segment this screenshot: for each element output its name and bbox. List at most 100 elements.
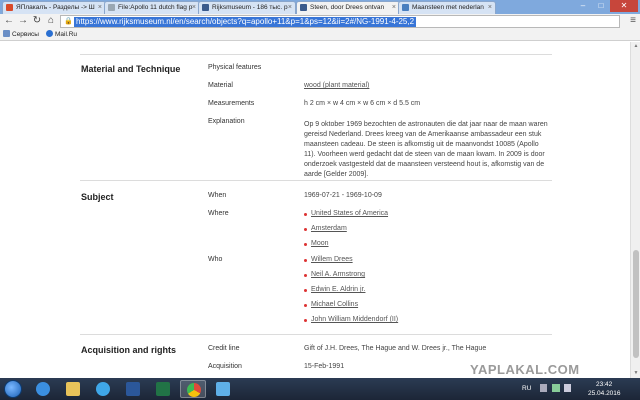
page-content: Material and Technique Physical features… — [0, 42, 630, 378]
url-text[interactable]: https://www.rijksmuseum.nl/en/search/obj… — [74, 17, 417, 27]
where-link[interactable]: United States of America — [311, 210, 388, 217]
taskbar-chrome-button[interactable] — [180, 380, 206, 398]
maximize-button[interactable]: □ — [592, 0, 610, 12]
bookmarks-bar: Сервисы Mail.Ru — [0, 29, 640, 41]
who-label: Who — [208, 256, 223, 263]
credit-line-value: Gift of J.H. Drees, The Hague and W. Dre… — [304, 345, 487, 352]
tab-wikimedia[interactable]: File:Apollo 11 dutch flag p × — [104, 1, 200, 14]
physical-features-label: Physical features — [208, 64, 262, 71]
when-label: When — [208, 192, 227, 199]
divider — [80, 54, 552, 55]
tab-label: Maansteen met nederlan — [412, 4, 484, 11]
bookmark-services[interactable]: Сервисы — [3, 29, 39, 41]
acquisition-label: Acquisition — [208, 363, 242, 370]
yaplakal-watermark: YAPLAKAL.COM — [470, 362, 580, 377]
close-icon[interactable]: × — [288, 2, 292, 13]
explanation-text: Op 9 oktober 1969 bezochten de astronaut… — [304, 121, 548, 178]
apps-grid-icon — [3, 30, 10, 37]
tab-steen-active[interactable]: Steen, door Drees ontvan × — [296, 1, 400, 15]
page-scrollbar[interactable]: ▲ ▼ — [630, 42, 640, 378]
tray-flag-icon[interactable] — [540, 384, 547, 392]
who-link[interactable]: Neil A. Armstrong — [311, 271, 365, 278]
where-link[interactable]: Moon — [311, 240, 329, 247]
credit-line-label: Credit line — [208, 345, 240, 352]
who-link[interactable]: Willem Drees — [311, 256, 353, 263]
taskbar-ie-button[interactable] — [30, 380, 56, 398]
excel-icon — [156, 382, 170, 396]
back-button[interactable]: ← — [3, 15, 15, 27]
material-label: Material — [208, 82, 233, 89]
section-title-material: Material and Technique — [81, 64, 181, 74]
close-window-button[interactable]: ✕ — [610, 0, 638, 12]
close-icon[interactable]: × — [192, 2, 196, 13]
rijksmuseum-favicon-icon — [202, 4, 209, 11]
tray-network-icon[interactable] — [552, 384, 560, 392]
forward-button[interactable]: → — [17, 15, 29, 27]
paint-icon — [216, 382, 230, 396]
tab-yaplakal[interactable]: ЯПлакалъ - Разделы -> Ш × — [2, 1, 106, 14]
language-indicator[interactable]: RU — [522, 385, 531, 393]
address-bar[interactable]: 🔒 https://www.rijksmuseum.nl/en/search/o… — [60, 15, 620, 28]
taskbar-media-button[interactable] — [90, 380, 116, 398]
tray-volume-icon[interactable] — [564, 384, 571, 392]
tab-label: Rijksmuseum - 186 тыс. р — [212, 4, 288, 11]
start-button[interactable] — [4, 380, 22, 398]
material-value-link[interactable]: wood (plant material) — [304, 82, 369, 89]
who-link[interactable]: Edwin E. Aldrin jr. — [311, 286, 365, 293]
measurements-value: h 2 cm × w 4 cm × w 6 cm × d 5.5 cm — [304, 100, 421, 107]
bookmark-mailru[interactable]: Mail.Ru — [46, 29, 77, 41]
reload-button[interactable]: ↻ — [31, 15, 43, 27]
folder-icon — [66, 382, 80, 396]
bullet-icon — [304, 304, 307, 307]
bullet-icon — [304, 259, 307, 262]
word-icon — [126, 382, 140, 396]
when-value: 1969-07-21 - 1969-10-09 — [304, 192, 382, 199]
close-icon[interactable]: × — [98, 2, 102, 13]
chrome-icon — [187, 383, 201, 397]
bullet-icon — [304, 274, 307, 277]
scroll-down-arrow-icon[interactable]: ▼ — [633, 370, 639, 376]
windows-taskbar: RU 23:42 25.04.2016 — [0, 378, 640, 400]
close-icon[interactable]: × — [392, 2, 396, 13]
measurements-label: Measurements — [208, 100, 255, 107]
explanation-label: Explanation — [208, 118, 245, 125]
home-button[interactable]: ⌂ — [45, 15, 57, 27]
who-link[interactable]: John William Middendorf (II) — [311, 316, 398, 323]
tab-rijksmuseum-search[interactable]: Rijksmuseum - 186 тыс. р × — [198, 1, 296, 14]
tab-strip: ЯПлакалъ - Разделы -> Ш × File:Apollo 11… — [0, 0, 640, 15]
bullet-icon — [304, 319, 307, 322]
taskbar-explorer-button[interactable] — [60, 380, 86, 398]
close-icon[interactable]: × — [488, 2, 492, 13]
section-title-acquisition: Acquisition and rights — [81, 345, 177, 355]
bookmark-label: Сервисы — [12, 31, 39, 38]
scrollbar-thumb[interactable] — [633, 250, 639, 358]
minimize-button[interactable]: – — [574, 0, 592, 12]
acquisition-value: 15-Feb-1991 — [304, 363, 345, 370]
bookmark-label: Mail.Ru — [55, 31, 78, 38]
media-player-icon — [96, 382, 110, 396]
tab-label: File:Apollo 11 dutch flag p — [118, 4, 193, 11]
clock-time[interactable]: 23:42 — [596, 381, 612, 389]
taskbar-paint-button[interactable] — [210, 380, 236, 398]
browser-toolbar: ← → ↻ ⌂ 🔒 https://www.rijksmuseum.nl/en/… — [0, 14, 640, 29]
divider — [80, 334, 552, 335]
taskbar-word-button[interactable] — [120, 380, 146, 398]
taskbar-excel-button[interactable] — [150, 380, 176, 398]
where-link[interactable]: Amsterdam — [311, 225, 347, 232]
page-favicon-icon — [402, 4, 409, 11]
rijksmuseum-favicon-icon — [300, 4, 307, 11]
bullet-icon — [304, 243, 307, 246]
who-link[interactable]: Michael Collins — [311, 301, 358, 308]
wikimedia-favicon-icon — [108, 4, 115, 11]
section-title-subject: Subject — [81, 192, 114, 202]
clock-date[interactable]: 25.04.2016 — [588, 390, 621, 398]
yaplakal-favicon-icon — [6, 4, 13, 11]
scroll-up-arrow-icon[interactable]: ▲ — [633, 43, 639, 49]
bullet-icon — [304, 213, 307, 216]
bullet-icon — [304, 228, 307, 231]
lock-icon: 🔒 — [64, 18, 73, 25]
ie-icon — [36, 382, 50, 396]
tab-maansteen[interactable]: Maansteen met nederlan × — [398, 1, 496, 14]
menu-icon[interactable]: ≡ — [630, 16, 636, 26]
tab-label: ЯПлакалъ - Разделы -> Ш — [16, 4, 95, 11]
